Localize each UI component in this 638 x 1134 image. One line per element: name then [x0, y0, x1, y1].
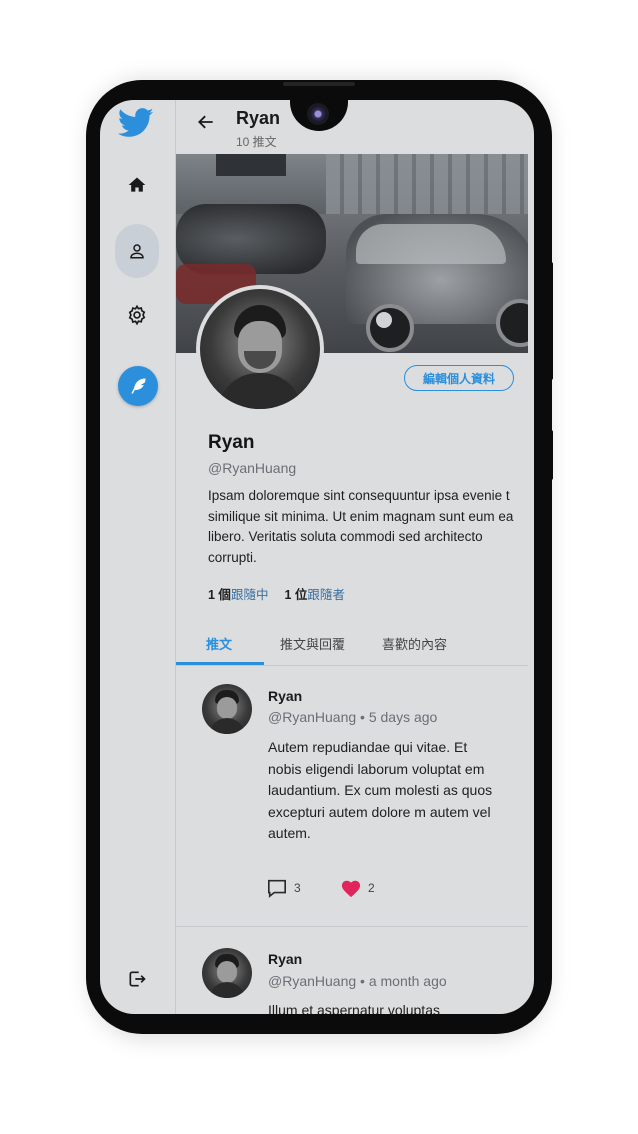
followers-link[interactable]: 跟隨者 — [307, 588, 345, 602]
feather-icon — [131, 378, 146, 394]
camera-icon — [307, 103, 329, 125]
sidebar-item-settings[interactable] — [116, 294, 158, 336]
gear-icon — [128, 304, 146, 326]
sidebar-item-profile[interactable] — [115, 224, 159, 278]
tweet-meta: @RyanHuang • a month ago — [268, 973, 447, 989]
profile-bio: Ipsam doloremque sint consequuntur ipsa … — [208, 488, 514, 565]
tweet-item[interactable]: Ryan @RyanHuang • 5 days ago Autem repud… — [176, 666, 528, 926]
tweet-body: Illum et aspernatur voluptas — [268, 1002, 440, 1014]
heart-icon — [341, 880, 361, 898]
reply-count: 3 — [294, 881, 301, 895]
sidebar-item-home[interactable] — [116, 164, 158, 206]
tweet-meta: @RyanHuang • 5 days ago — [268, 709, 438, 725]
back-arrow-icon[interactable] — [196, 112, 216, 132]
like-button[interactable]: 2 — [340, 878, 375, 898]
twitter-logo-icon[interactable] — [118, 108, 154, 138]
tweet-item[interactable]: Ryan @RyanHuang • a month ago Illum et a… — [176, 930, 528, 1014]
profile-handle: @RyanHuang — [208, 460, 297, 476]
profile-tabs: 推文 推文與回覆 喜歡的內容 — [176, 620, 528, 666]
like-count: 2 — [368, 881, 375, 895]
follow-stats: 1 個跟隨中 1 位跟隨者 — [208, 584, 345, 603]
power-button — [548, 430, 553, 480]
volume-button — [548, 262, 553, 380]
compose-tweet-button[interactable] — [118, 366, 158, 406]
header-tweet-count: 10 推文 — [236, 135, 277, 149]
profile-name: Ryan — [208, 432, 255, 453]
main-column: Ryan 10 推文 編輯個人資料 Ryan @RyanHuang Ipsam … — [176, 100, 534, 1014]
comment-icon — [268, 879, 286, 898]
logout-icon — [129, 971, 146, 987]
app-screen: Ryan 10 推文 編輯個人資料 Ryan @RyanHuang Ipsam … — [100, 100, 534, 1014]
tweet-avatar[interactable] — [202, 948, 252, 998]
tweet-avatar[interactable] — [202, 684, 252, 734]
user-icon — [130, 244, 144, 259]
following-link[interactable]: 跟隨中 — [231, 588, 269, 602]
tweet-author-name: Ryan — [268, 951, 303, 967]
home-icon — [128, 177, 146, 192]
tweet-body: Autem repudiandae qui vitae. Et nobis el… — [268, 739, 493, 841]
sidebar — [100, 100, 176, 1014]
following-count: 1 個 — [208, 588, 231, 602]
speaker-grille — [283, 82, 355, 86]
tab-tweets[interactable]: 推文 — [206, 634, 232, 653]
profile-header: Ryan 10 推文 — [176, 100, 534, 154]
followers-count: 1 位 — [284, 588, 308, 602]
tab-likes[interactable]: 喜歡的內容 — [382, 634, 447, 653]
reply-button[interactable]: 3 — [266, 878, 301, 898]
header-name: Ryan — [236, 108, 281, 128]
active-tab-indicator — [176, 662, 264, 665]
tweet-divider — [176, 926, 528, 927]
edit-profile-button[interactable]: 編輯個人資料 — [404, 365, 514, 391]
tweet-author-name: Ryan — [268, 688, 303, 704]
tab-tweets-and-replies[interactable]: 推文與回覆 — [280, 634, 345, 653]
profile-avatar[interactable] — [196, 285, 324, 413]
logout-button[interactable] — [116, 958, 158, 1000]
